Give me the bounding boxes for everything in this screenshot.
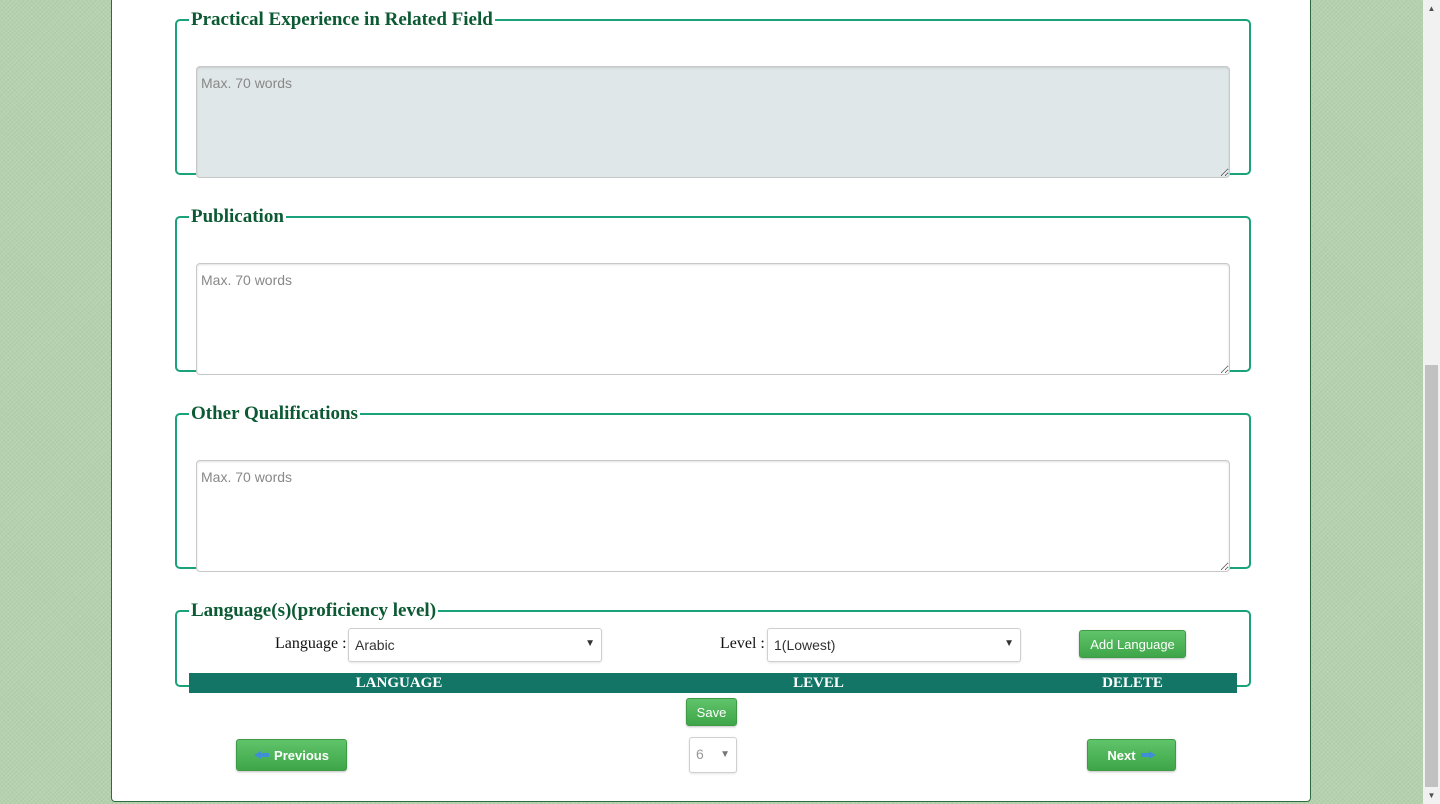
level-label: Level : — [720, 635, 765, 652]
add-language-label: Add Language — [1090, 636, 1175, 652]
language-table-header: LANGUAGE LEVEL DELETE — [189, 673, 1237, 693]
column-header-level: LEVEL — [793, 674, 844, 691]
chevron-down-icon: ▼ — [585, 638, 595, 649]
other-qualifications-section: Other Qualifications — [175, 403, 1251, 572]
language-label: Language : — [275, 635, 347, 652]
column-header-delete: DELETE — [1102, 674, 1163, 691]
chevron-down-icon: ▼ — [720, 749, 730, 760]
save-label: Save — [696, 704, 727, 720]
previous-label: Previous — [274, 747, 329, 763]
previous-button[interactable]: Previous — [236, 739, 347, 771]
practical-experience-section: Practical Experience in Related Field — [175, 9, 1251, 178]
arrow-left-icon — [254, 750, 270, 760]
practical-experience-textarea[interactable] — [196, 66, 1230, 178]
scroll-down-icon[interactable]: ▼ — [1423, 787, 1440, 804]
scrollbar-thumb[interactable] — [1425, 365, 1438, 787]
form-panel: Practical Experience in Related Field Pu… — [111, 0, 1311, 802]
level-select[interactable]: 1(Lowest) ▼ — [767, 628, 1021, 662]
publication-section: Publication — [175, 206, 1251, 375]
next-label: Next — [1107, 747, 1136, 763]
arrow-right-icon — [1140, 750, 1156, 760]
next-button[interactable]: Next — [1087, 739, 1176, 771]
language-select[interactable]: Arabic ▼ — [348, 628, 602, 662]
other-qualifications-legend: Other Qualifications — [191, 403, 358, 424]
add-language-button[interactable]: Add Language — [1079, 630, 1186, 658]
publication-legend: Publication — [191, 206, 284, 227]
publication-textarea[interactable] — [196, 263, 1230, 375]
scroll-up-icon[interactable]: ▲ — [1423, 0, 1440, 17]
page-select[interactable]: 6 ▼ — [689, 737, 737, 773]
language-select-value: Arabic — [355, 637, 395, 653]
practical-experience-legend: Practical Experience in Related Field — [191, 9, 493, 30]
page-select-value: 6 — [696, 746, 704, 762]
column-header-language: LANGUAGE — [355, 674, 443, 691]
save-button[interactable]: Save — [686, 698, 737, 726]
languages-legend: Language(s)(proficiency level) — [191, 600, 437, 621]
chevron-down-icon: ▼ — [1004, 638, 1014, 649]
other-qualifications-textarea[interactable] — [196, 460, 1230, 572]
languages-section: Language(s)(proficiency level) Language … — [175, 600, 1251, 693]
vertical-scrollbar[interactable]: ▲ ▼ — [1423, 0, 1440, 804]
level-select-value: 1(Lowest) — [774, 637, 836, 653]
